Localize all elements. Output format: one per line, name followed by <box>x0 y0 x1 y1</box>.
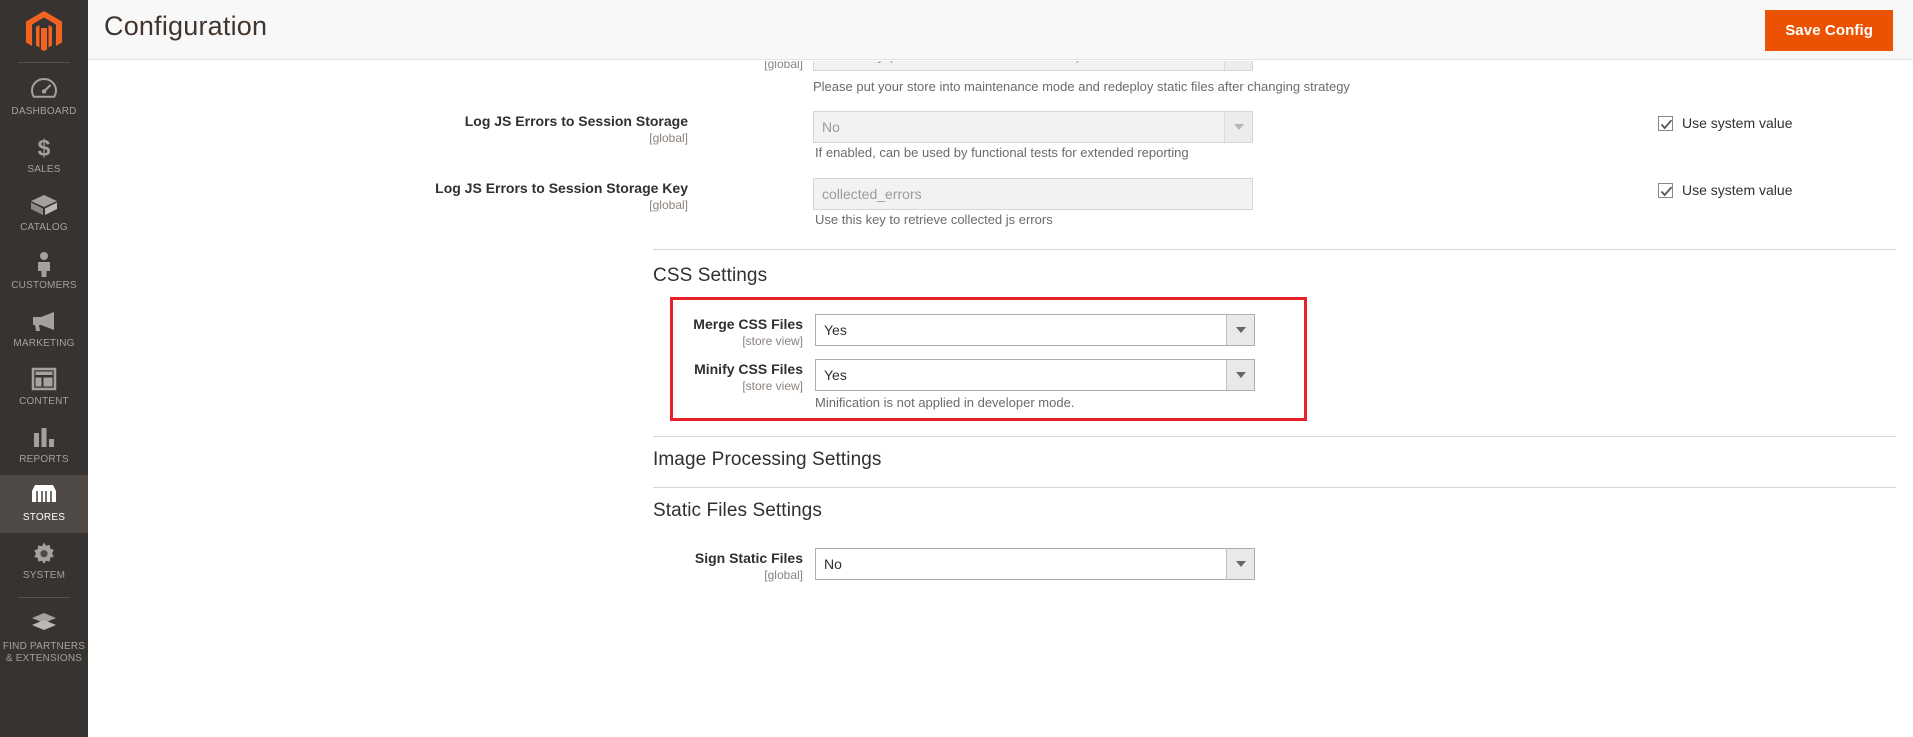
sidebar-item-content[interactable]: CONTENT <box>0 359 88 417</box>
field-label-text: Sign Static Files <box>694 550 803 566</box>
select-value: No <box>822 119 840 135</box>
field-label-text: Log JS Errors to Session Storage <box>464 113 688 129</box>
magento-logo-icon <box>26 11 62 51</box>
sidebar-item-catalog[interactable]: CATALOG <box>0 185 88 243</box>
chevron-down-icon[interactable] <box>1224 61 1252 70</box>
field-label-text: Merge CSS Files <box>693 316 803 332</box>
checkbox-checked-icon <box>1658 115 1673 131</box>
sales-dollar-icon: $ <box>2 135 86 161</box>
extensions-blocks-icon <box>2 612 86 638</box>
stores-storefront-icon <box>2 483 86 509</box>
field-label-sign-static-files: Sign Static Files [global] <box>383 550 803 582</box>
sidebar-item-find-partners-extensions[interactable]: FIND PARTNERS & EXTENSIONS <box>0 604 88 674</box>
use-system-value-log-js-errors-key[interactable]: Use system value <box>1658 182 1792 198</box>
section-divider-css-settings <box>653 249 1896 250</box>
sidebar-item-dashboard[interactable]: DASHBOARD <box>0 69 88 127</box>
configuration-content: [global] Dictionary (Translation on Stor… <box>88 61 1913 737</box>
sidebar-item-label-line1: FIND PARTNERS <box>2 641 86 652</box>
use-system-value-log-js-errors[interactable]: Use system value <box>1658 115 1792 131</box>
sidebar-item-system[interactable]: SYSTEM <box>0 533 88 591</box>
sidebar-item-label: CONTENT <box>19 396 69 407</box>
reports-bar-chart-icon <box>2 425 86 451</box>
select-value: Yes <box>824 322 847 338</box>
field-label-text: Log JS Errors to Session Storage Key <box>435 180 688 196</box>
section-header-image-processing[interactable]: Image Processing Settings <box>653 449 882 471</box>
checkbox-checked-icon <box>1658 182 1673 198</box>
field-hint-translation-strategy: Please put your store into maintenance m… <box>813 79 1350 94</box>
magento-logo[interactable] <box>0 0 88 62</box>
section-header-css-settings[interactable]: CSS Settings <box>653 265 767 287</box>
sidebar-divider-bottom <box>18 597 70 598</box>
select-value: No <box>824 556 842 572</box>
field-label-minify-css-files: Minify CSS Files [store view] <box>383 361 803 393</box>
field-label-log-js-errors-key: Log JS Errors to Session Storage Key [gl… <box>268 180 688 212</box>
sidebar-item-sales[interactable]: $ SALES <box>0 127 88 185</box>
section-divider-image-processing <box>653 436 1896 437</box>
chevron-down-icon[interactable] <box>1226 549 1254 579</box>
sidebar-item-label: CATALOG <box>20 222 68 233</box>
section-header-static-files[interactable]: Static Files Settings <box>653 500 822 522</box>
field-label-translation-strategy: [global] <box>383 61 803 71</box>
log-js-errors-select[interactable]: No <box>813 111 1253 143</box>
sidebar-item-label: CUSTOMERS <box>11 280 77 291</box>
section-divider-static-files <box>653 487 1896 488</box>
field-label-log-js-errors: Log JS Errors to Session Storage [global… <box>268 113 688 145</box>
admin-sidebar: DASHBOARD $ SALES CATALOG CUSTOMERS MARK… <box>0 0 88 737</box>
select-value: Yes <box>824 367 847 383</box>
marketing-megaphone-icon <box>2 309 86 335</box>
sidebar-divider-top <box>18 62 70 63</box>
sidebar-item-marketing[interactable]: MARKETING <box>0 301 88 359</box>
select-value: Dictionary (Translation on Storefront si… <box>814 61 1224 70</box>
translation-strategy-select[interactable]: Dictionary (Translation on Storefront si… <box>813 61 1253 71</box>
sidebar-item-customers[interactable]: CUSTOMERS <box>0 243 88 301</box>
svg-text:$: $ <box>38 135 51 161</box>
sidebar-item-label: SALES <box>27 164 61 175</box>
merge-css-files-select[interactable]: Yes <box>815 314 1255 346</box>
sidebar-item-label: MARKETING <box>13 338 75 349</box>
chevron-down-icon[interactable] <box>1226 360 1254 390</box>
field-scope: [global] <box>764 568 803 582</box>
sidebar-item-stores[interactable]: STORES <box>0 475 88 533</box>
catalog-box-icon <box>2 193 86 219</box>
sidebar-item-label: REPORTS <box>19 454 69 465</box>
field-hint-log-js-errors: If enabled, can be used by functional te… <box>815 145 1189 160</box>
field-scope: [global] <box>764 61 803 71</box>
field-label-merge-css-files: Merge CSS Files [store view] <box>383 316 803 348</box>
sidebar-item-label: STORES <box>22 512 66 523</box>
field-scope: [global] <box>649 198 688 212</box>
sidebar-item-label-line2: & EXTENSIONS <box>5 653 83 664</box>
field-scope: [store view] <box>742 379 803 393</box>
use-system-value-label: Use system value <box>1682 182 1793 198</box>
field-hint-log-js-errors-key: Use this key to retrieve collected js er… <box>815 212 1053 227</box>
field-label-text: Minify CSS Files <box>694 361 803 377</box>
sidebar-item-label: DASHBOARD <box>11 106 77 117</box>
sidebar-item-reports[interactable]: REPORTS <box>0 417 88 475</box>
save-config-button[interactable]: Save Config <box>1765 10 1893 51</box>
chevron-down-icon[interactable] <box>1226 315 1254 345</box>
customers-person-icon <box>2 251 86 277</box>
sign-static-files-select[interactable]: No <box>815 548 1255 580</box>
field-scope: [store view] <box>742 334 803 348</box>
sidebar-item-label: SYSTEM <box>22 570 66 581</box>
log-js-errors-key-input[interactable]: collected_errors <box>813 178 1253 210</box>
content-layout-icon <box>2 367 86 393</box>
field-scope: [global] <box>649 131 688 145</box>
page-title: Configuration <box>104 11 268 41</box>
chevron-down-icon[interactable] <box>1224 112 1252 142</box>
dashboard-icon <box>2 77 86 103</box>
page-header: Configuration Save Config <box>88 0 1913 60</box>
minify-css-files-select[interactable]: Yes <box>815 359 1255 391</box>
use-system-value-label: Use system value <box>1682 115 1793 131</box>
system-gear-icon <box>2 541 86 567</box>
field-hint-minify-css-files: Minification is not applied in developer… <box>815 395 1075 410</box>
